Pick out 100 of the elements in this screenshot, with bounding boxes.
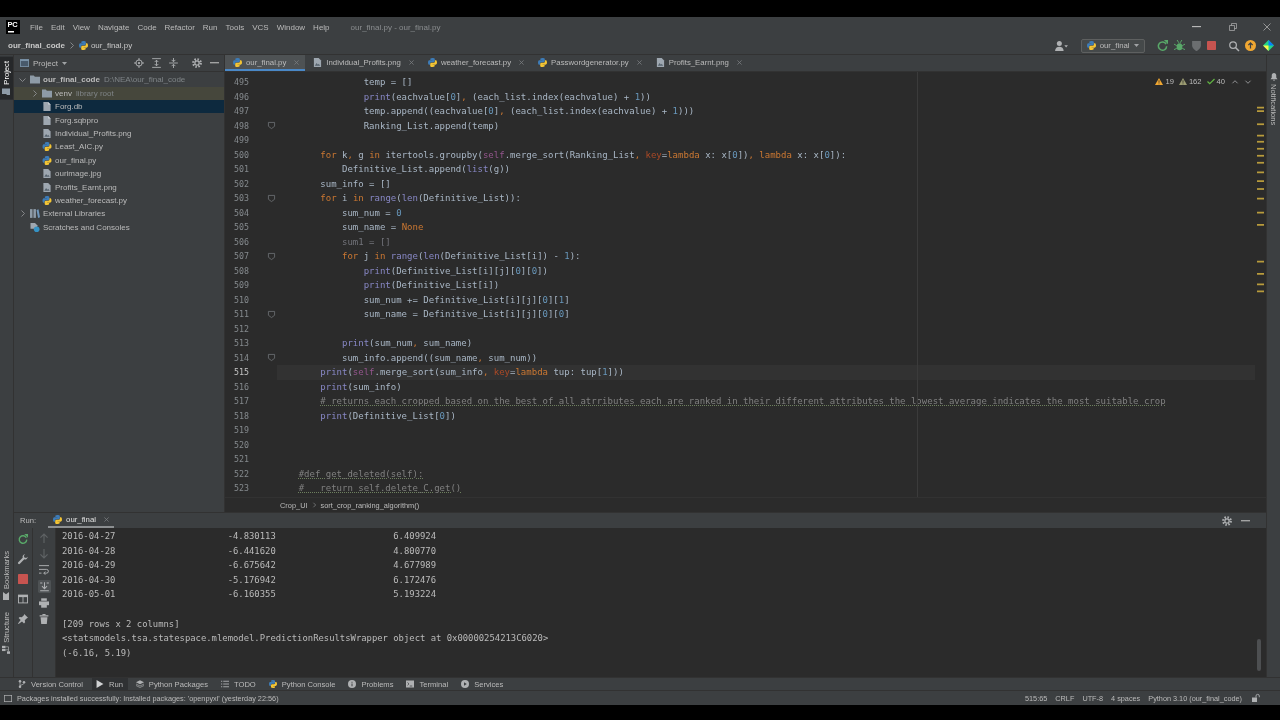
- line-number: 518: [233, 410, 249, 421]
- square-icon[interactable]: [4, 694, 12, 702]
- image-file-icon: [655, 57, 665, 67]
- trash-icon[interactable]: [39, 614, 49, 624]
- user-icon[interactable]: [1054, 40, 1068, 51]
- close-icon[interactable]: [736, 59, 742, 65]
- tree-item[interactable]: Forg.db: [14, 100, 224, 114]
- console-line: (-6.16, 5.19): [62, 646, 133, 660]
- scroll-to-end-icon[interactable]: [37, 580, 51, 593]
- search-icon[interactable]: [1229, 40, 1240, 51]
- code-line: Ranking_List.append(temp): [363, 119, 500, 132]
- settings-icon[interactable]: [1222, 515, 1232, 526]
- tree-item[interactable]: ourimage.jpg: [14, 167, 224, 181]
- close-icon[interactable]: [408, 59, 414, 65]
- line-number: 505: [233, 222, 249, 233]
- menu-item[interactable]: Help: [313, 22, 330, 32]
- breadcrumb-item[interactable]: our_final.py: [78, 41, 133, 50]
- weak-warning-icon: [1178, 78, 1187, 85]
- menu-item[interactable]: Code: [137, 22, 157, 32]
- library-icon: [30, 209, 40, 219]
- fold-marker-icon[interactable]: [268, 252, 275, 260]
- scrollbar-thumb[interactable]: [1257, 639, 1261, 671]
- expand-all-icon[interactable]: [152, 58, 161, 68]
- tree-item[interactable]: weather_forecast.py: [14, 193, 224, 208]
- layout-icon[interactable]: [18, 594, 28, 604]
- pin-icon[interactable]: [18, 614, 28, 624]
- code-line: temp.append((eachvalue[0], (each_list.index(eachvalue) + 1))): [363, 105, 695, 118]
- bell-icon: [1269, 73, 1278, 81]
- tree-item[interactable]: Least_AIC.py: [14, 140, 224, 154]
- tree-item[interactable]: Forg.sqbpro: [14, 113, 224, 127]
- line-number: 520: [233, 439, 249, 450]
- python-file-icon: [53, 515, 63, 524]
- caret-up-icon[interactable]: [1232, 79, 1238, 84]
- bug-icon[interactable]: [1174, 40, 1186, 51]
- window-icon: [20, 59, 29, 67]
- arrow-circle-icon[interactable]: [1245, 40, 1257, 51]
- line-number: 519: [233, 425, 249, 436]
- close-icon[interactable]: [103, 517, 109, 522]
- minimize-icon[interactable]: [1241, 519, 1250, 522]
- menu-item[interactable]: Edit: [50, 22, 65, 32]
- tree-item[interactable]: Scratches and Consoles: [14, 220, 224, 234]
- line-number: 507: [233, 251, 249, 262]
- fold-marker-icon[interactable]: [268, 354, 275, 362]
- console-line: 2016-04-30 -5.176942 6.172476: [62, 573, 438, 587]
- console-line: <statsmodels.tsa.statespace.mlemodel.PredictionResultsWrapper object at 0x00000254213C6020>: [62, 632, 550, 646]
- stop-icon[interactable]: [1206, 41, 1216, 50]
- minimize-icon[interactable]: [210, 62, 219, 64]
- caret-down-icon[interactable]: [1245, 79, 1251, 84]
- fold-marker-icon[interactable]: [268, 194, 275, 202]
- fold-marker-icon[interactable]: [268, 310, 275, 318]
- tree-item[interactable]: Individual_Profits.png: [14, 126, 224, 141]
- menu-item[interactable]: File: [30, 22, 43, 32]
- close-icon[interactable]: [519, 59, 525, 65]
- file-icon: [42, 102, 52, 112]
- minimize-icon[interactable]: [1192, 26, 1201, 28]
- rerun-icon[interactable]: [18, 534, 28, 544]
- window-title: our_final.py - our_final.py: [350, 22, 441, 32]
- console-line: [209 rows x 2 columns]: [62, 617, 181, 631]
- shield-icon[interactable]: [1191, 40, 1201, 51]
- chevron-right-icon[interactable]: [20, 210, 25, 218]
- menu-item[interactable]: Tools: [225, 22, 245, 32]
- diamond-icon[interactable]: [1262, 40, 1274, 51]
- line-number: 496: [233, 91, 249, 102]
- menu-item[interactable]: VCS: [252, 22, 269, 32]
- fold-marker-icon[interactable]: [268, 122, 275, 130]
- close-icon[interactable]: [1263, 23, 1271, 31]
- rerun-icon[interactable]: [1156, 40, 1168, 51]
- play-circle-icon: [461, 680, 470, 688]
- close-icon[interactable]: [636, 59, 642, 65]
- locate-icon[interactable]: [134, 58, 144, 68]
- chevron-down-icon[interactable]: [19, 78, 26, 82]
- menu-item[interactable]: Run: [202, 22, 218, 32]
- print-icon[interactable]: [39, 598, 49, 608]
- code-line: # return self.delete_C.get(): [298, 482, 462, 495]
- chevron-right-icon[interactable]: [32, 89, 37, 97]
- menu-item[interactable]: View: [72, 22, 90, 32]
- soft-wrap-icon[interactable]: [39, 565, 49, 575]
- line-number: 498: [233, 120, 249, 131]
- line-number: 512: [233, 323, 249, 334]
- tree-item[interactable]: our_final_code D:\NEA\our_final_code: [14, 73, 224, 87]
- scratches-icon: [30, 222, 40, 232]
- settings-icon[interactable]: [192, 58, 202, 68]
- chevron-icon: [312, 502, 316, 508]
- restore-icon[interactable]: [1229, 23, 1237, 31]
- code-line: print(Definitive_List[0]): [320, 409, 456, 422]
- tree-item[interactable]: venv library root: [14, 86, 224, 101]
- wrench-icon[interactable]: [18, 554, 28, 564]
- menu-item[interactable]: Navigate: [97, 22, 130, 32]
- caret-icon: [1133, 44, 1139, 47]
- python-file-icon: [42, 155, 52, 165]
- menu-item[interactable]: Refactor: [164, 22, 195, 32]
- line-number: 497: [233, 106, 249, 117]
- menu-item[interactable]: Window: [276, 22, 306, 32]
- tree-item[interactable]: Profits_Earnt.png: [14, 180, 224, 194]
- project-view-dropdown[interactable]: Project: [20, 58, 67, 68]
- unlock-icon[interactable]: [1252, 694, 1260, 702]
- tree-item[interactable]: our_final.py: [14, 153, 224, 168]
- collapse-all-icon[interactable]: [169, 58, 178, 68]
- tree-item[interactable]: External Libraries: [14, 207, 224, 221]
- breadcrumb-item[interactable]: our_final_code: [8, 41, 65, 50]
